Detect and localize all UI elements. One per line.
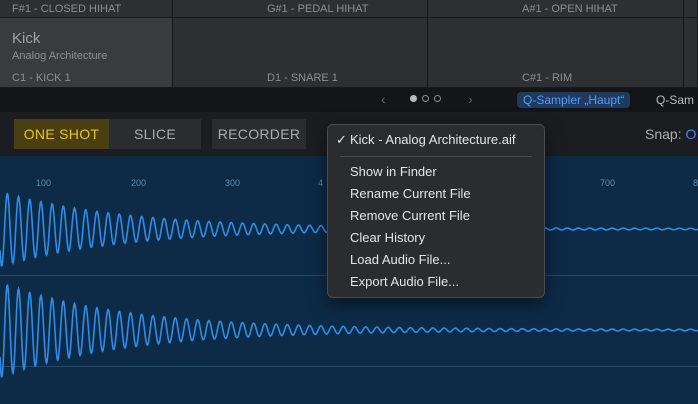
menu-item-export-audio[interactable]: Export Audio File... bbox=[328, 271, 544, 293]
pad-label: G#1 - PEDAL HIHAT bbox=[267, 3, 369, 15]
pad-label: C#1 - RIM bbox=[522, 72, 573, 84]
pad-subtitle: Analog Architecture bbox=[12, 50, 108, 62]
page-indicator bbox=[410, 95, 441, 102]
menu-item-clear-history[interactable]: Clear History bbox=[328, 227, 544, 249]
snap-control[interactable]: Snap: O bbox=[645, 126, 696, 142]
file-context-menu: ✓ Kick - Analog Architecture.aif Show in … bbox=[327, 124, 545, 298]
pad-label: C1 - KICK 1 bbox=[12, 72, 71, 84]
drum-pad-grid: F#1 - CLOSED HIHAT G#1 - PEDAL HIHAT A#1… bbox=[0, 0, 698, 88]
page-dot[interactable] bbox=[410, 95, 417, 102]
pad-edge[interactable] bbox=[684, 18, 698, 88]
pad-rim[interactable]: C#1 - RIM bbox=[428, 18, 684, 88]
menu-item-current-file[interactable]: ✓ Kick - Analog Architecture.aif bbox=[328, 129, 544, 151]
waveform-right-channel bbox=[0, 283, 698, 379]
pad-pedal-hihat[interactable]: G#1 - PEDAL HIHAT bbox=[173, 0, 428, 18]
menu-item-rename-file[interactable]: Rename Current File bbox=[328, 183, 544, 205]
pad-title: Kick bbox=[12, 30, 41, 47]
pad-kick-1[interactable]: Kick Analog Architecture C1 - KICK 1 bbox=[0, 18, 173, 88]
instrument-selector[interactable]: Q-Sam bbox=[656, 93, 694, 107]
page-dot[interactable] bbox=[422, 95, 429, 102]
chevron-right-icon[interactable]: › bbox=[468, 91, 473, 107]
chevron-left-icon[interactable]: ‹ bbox=[381, 91, 386, 107]
pad-snare-1[interactable]: D1 - SNARE 1 bbox=[173, 18, 428, 88]
one-shot-button[interactable]: ONE SHOT bbox=[14, 119, 109, 149]
pad-label: F#1 - CLOSED HIHAT bbox=[12, 3, 122, 15]
checkmark-icon: ✓ bbox=[336, 132, 347, 147]
instrument-selector-active[interactable]: Q-Sampler „Haupt“ bbox=[517, 92, 631, 108]
menu-item-show-in-finder[interactable]: Show in Finder bbox=[328, 161, 544, 183]
pad-closed-hihat[interactable]: F#1 - CLOSED HIHAT bbox=[0, 0, 173, 18]
snap-label: Snap: bbox=[645, 126, 682, 142]
page-dot[interactable] bbox=[434, 95, 441, 102]
menu-item-load-audio[interactable]: Load Audio File... bbox=[328, 249, 544, 271]
menu-separator bbox=[340, 156, 532, 157]
slice-button[interactable]: SLICE bbox=[109, 119, 201, 149]
pad-label: D1 - SNARE 1 bbox=[267, 72, 338, 84]
pad-edge[interactable] bbox=[684, 0, 698, 18]
menu-item-label: Kick - Analog Architecture.aif bbox=[350, 132, 516, 147]
recorder-button[interactable]: RECORDER bbox=[212, 119, 306, 149]
menu-item-remove-file[interactable]: Remove Current File bbox=[328, 205, 544, 227]
snap-value[interactable]: O bbox=[685, 126, 696, 142]
pad-page-navigation: ‹ › Q-Sampler „Haupt“ Q-Sam bbox=[0, 88, 698, 112]
pad-open-hihat[interactable]: A#1 - OPEN HIHAT bbox=[428, 0, 684, 18]
pad-label: A#1 - OPEN HIHAT bbox=[522, 3, 618, 15]
